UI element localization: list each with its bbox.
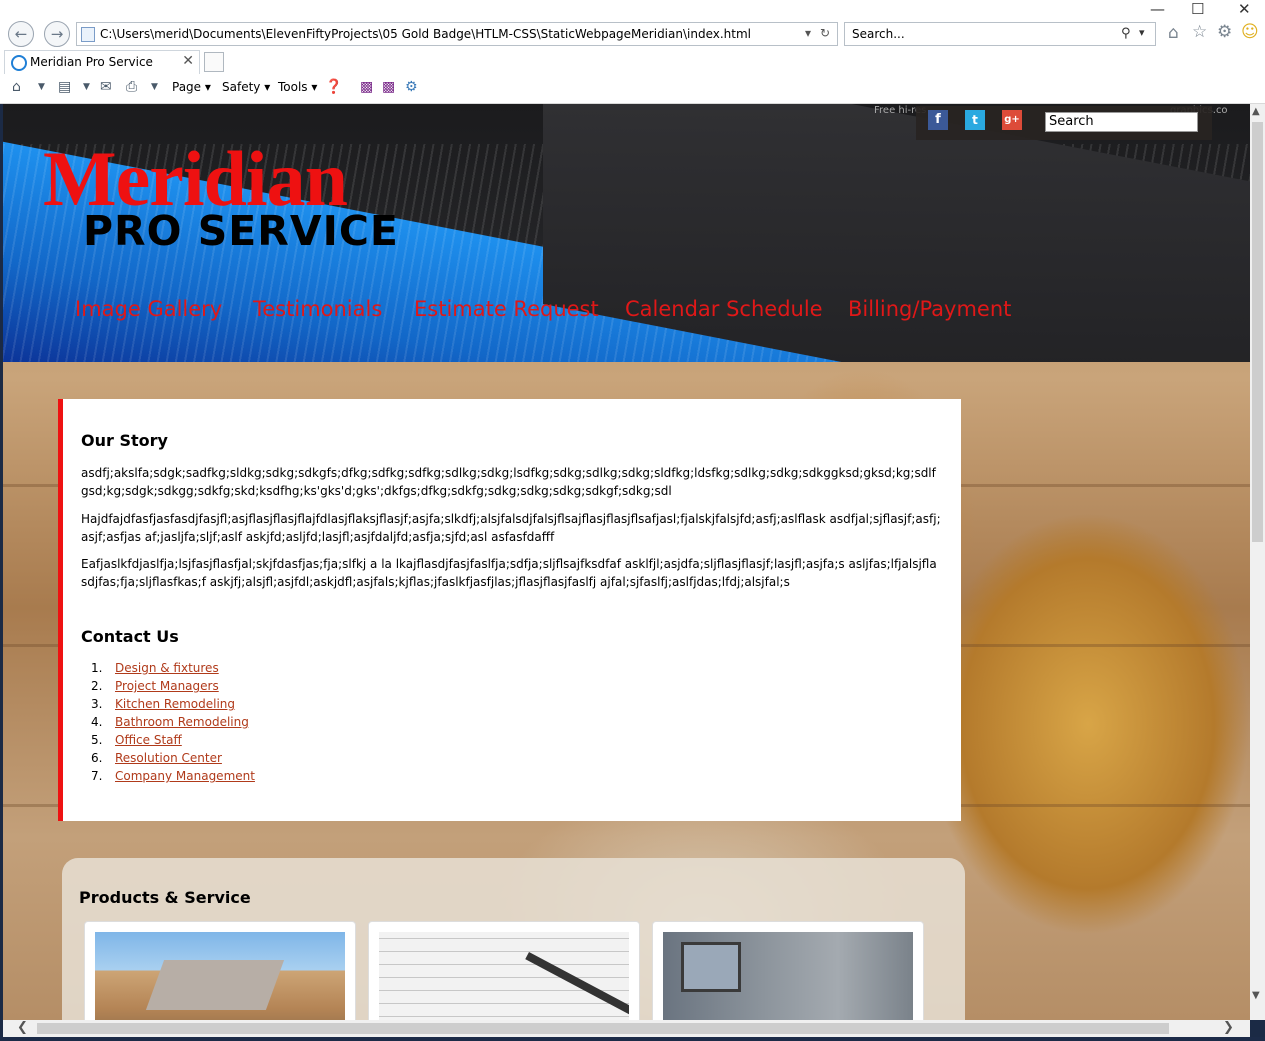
contact-link[interactable]: Bathroom Remodeling [115,715,249,729]
rss-feed-icon[interactable]: ▤ [58,79,71,95]
our-story-heading: Our Story [81,431,168,450]
address-dropdown-icon[interactable]: ▾ [805,26,811,40]
contact-us-heading: Contact Us [81,627,179,646]
story-paragraph: asdfj;akslfa;sdgk;sadfkg;sldkg;sdkg;sdkg… [81,466,936,498]
search-dropdown-icon[interactable]: ▾ [1139,26,1145,39]
blueprint-pen-image [379,932,629,1020]
scroll-down-icon[interactable]: ▼ [1252,990,1260,1001]
list-item: 4. Bathroom Remodeling [91,715,249,729]
nav-calendar-schedule[interactable]: Calendar Schedule [625,297,823,321]
list-item: 6. Resolution Center [91,751,222,765]
list-item: 5. Office Staff [91,733,182,747]
horizontal-scroll-thumb[interactable] [37,1023,1169,1034]
contact-link[interactable]: Design & fixtures [115,661,219,675]
contact-link[interactable]: Kitchen Remodeling [115,697,235,711]
bathroom-image [663,932,913,1020]
product-card[interactable] [368,921,640,1020]
onenote-icon[interactable]: ▩ [360,79,373,95]
contact-link[interactable]: Project Managers [115,679,219,693]
browser-chrome: ← → C:\Users\merid\Documents\ElevenFifty… [0,0,1265,104]
product-card[interactable] [84,921,356,1020]
address-bar[interactable]: C:\Users\merid\Documents\ElevenFiftyProj… [76,22,838,46]
contact-link[interactable]: Office Staff [115,733,182,747]
browser-search-box[interactable]: Search... ⚲ ▾ [844,22,1156,46]
header-dark-band [543,104,1250,362]
chevron-down-icon[interactable]: ▼ [83,82,90,92]
smiley-feedback-icon[interactable]: ☺ [1241,22,1259,42]
house-construction-image [95,932,345,1020]
list-item: 7. Company Management [91,769,255,783]
desktop-edge [0,1037,1265,1041]
product-card[interactable] [652,921,924,1020]
tab-meridian-pro-service[interactable]: Meridian Pro Service ✕ [4,50,200,74]
chevron-down-icon[interactable]: ▼ [151,82,158,92]
tools-menu-label: Tools [278,80,308,94]
refresh-icon[interactable]: ↻ [820,26,830,40]
list-item: 3. Kitchen Remodeling [91,697,236,711]
scroll-left-icon[interactable]: ❮ [17,1020,28,1035]
page-menu[interactable]: Page ▾ [172,80,211,94]
minimize-icon[interactable]: — [1150,0,1165,18]
contact-link[interactable]: Company Management [115,769,255,783]
mail-icon[interactable]: ✉ [100,79,112,95]
home-icon[interactable]: ⌂ [1168,23,1179,43]
scroll-right-icon[interactable]: ❯ [1223,1020,1234,1035]
nav-estimate-request[interactable]: Estimate Request [414,297,599,321]
site-search-input[interactable]: Search [1045,112,1198,132]
story-paragraph: Eafjaslkfdjaslfja;lsjfasjflasfjal;skjfda… [81,557,937,589]
products-panel: Products & Service [62,858,965,1020]
nav-billing-payment[interactable]: Billing/Payment [848,297,1011,321]
help-icon[interactable]: ❓ [325,79,342,95]
command-bar: ⌂ ▼ ▤ ▼ ✉ ⎙ ▼ Page ▾ Safety ▾ Tools ▾ ❓ … [0,76,1265,100]
horizontal-scrollbar[interactable]: ❮ ❯ [3,1020,1250,1037]
safety-menu[interactable]: Safety ▾ [222,80,270,94]
page-viewport: Meridian PRO SERVICE Free hi-res graphic… [3,104,1250,1020]
page-menu-label: Page [172,80,202,94]
contact-link[interactable]: Resolution Center [115,751,222,765]
browser-search-placeholder: Search... [852,27,905,41]
twitter-icon[interactable]: t [965,110,985,130]
forward-icon[interactable]: → [44,21,70,47]
contact-list: 1. Design & fixtures 2. Project Managers 3… [91,661,255,787]
scroll-up-icon[interactable]: ▲ [1252,106,1260,117]
print-icon[interactable]: ⎙ [126,79,137,95]
vertical-scroll-thumb[interactable] [1252,122,1263,542]
ie-icon [11,55,27,71]
settings-gear-icon[interactable]: ⚙ [1217,22,1232,42]
maximize-icon[interactable]: ☐ [1191,0,1204,18]
list-item: 2. Project Managers [91,679,219,693]
google-plus-icon[interactable]: g+ [1002,110,1022,130]
tools-menu[interactable]: Tools ▾ [278,80,317,94]
gear-icon[interactable]: ⚙ [405,79,418,95]
home-icon[interactable]: ⌂ [12,79,21,95]
story-panel: Our Story asdfj;akslfa;sdgk;sadfkg;sldkg… [58,399,961,821]
close-tab-icon[interactable]: ✕ [182,53,194,69]
page-icon [81,27,95,42]
facebook-icon[interactable]: f [928,110,948,130]
mirror-shape [681,942,741,992]
favorites-star-icon[interactable]: ☆ [1192,22,1207,42]
nav-testimonials[interactable]: Testimonials [253,297,382,321]
list-item: 1. Design & fixtures [91,661,219,675]
new-tab-button[interactable] [204,52,224,72]
products-heading: Products & Service [79,888,251,907]
tab-title: Meridian Pro Service [30,55,153,69]
site-subtitle: PRO SERVICE [83,207,399,255]
close-window-icon[interactable]: ✕ [1238,0,1251,18]
nav-image-gallery[interactable]: Image Gallery [75,297,222,321]
back-icon[interactable]: ← [8,21,34,47]
pen-shape [525,952,629,1020]
chevron-down-icon[interactable]: ▼ [38,82,45,92]
search-icon[interactable]: ⚲ [1121,26,1131,41]
social-search-bar: f t g+ Search [916,106,1212,140]
onenote-linked-icon[interactable]: ▩ [382,79,395,95]
safety-menu-label: Safety [222,80,261,94]
story-paragraph: Hajdfajdfasfjasfasdjfasjfl;asjflasjflasj… [81,512,941,544]
address-text: C:\Users\merid\Documents\ElevenFiftyProj… [100,27,751,41]
vertical-scrollbar[interactable]: ▲ ▼ [1250,104,1265,1020]
site-header: Meridian PRO SERVICE Free hi-res graphic… [3,104,1250,362]
roof-shape [145,960,285,1010]
